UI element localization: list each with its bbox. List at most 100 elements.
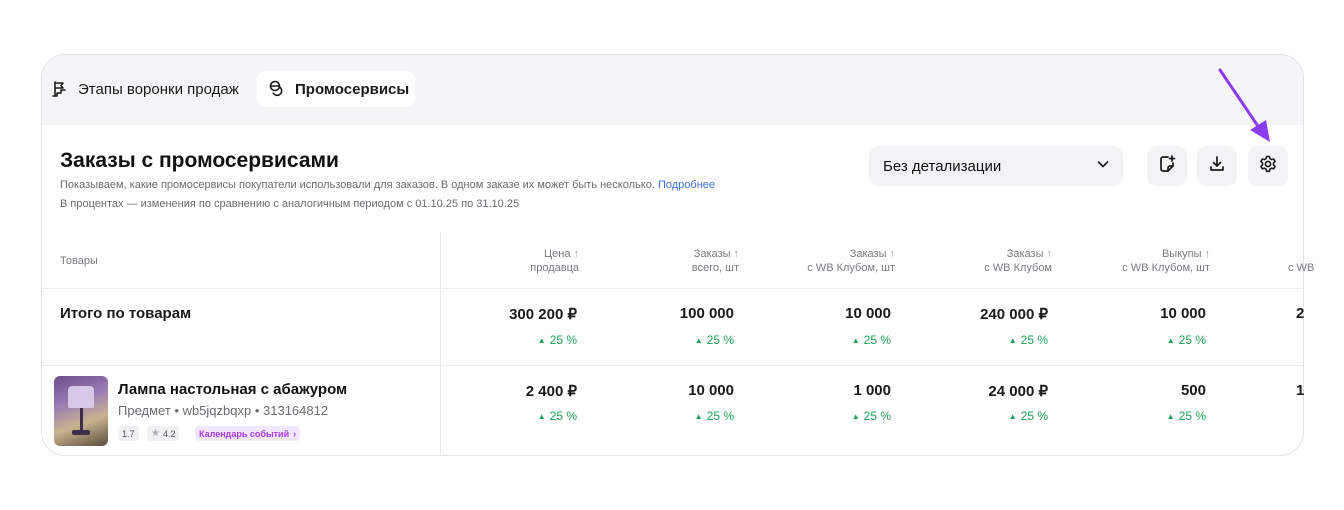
detail-select[interactable]: Без детализации (869, 146, 1123, 186)
events-calendar-tag[interactable]: Календарь событий › (195, 426, 301, 441)
row-delta: ▲ 25 % (1009, 409, 1048, 423)
total-value: 300 200 ₽ (509, 306, 577, 323)
delta-text: 25 % (549, 333, 577, 347)
download-button[interactable] (1197, 146, 1237, 186)
total-value: 10 000 (1160, 305, 1206, 322)
header-line: с WB Клубом (984, 262, 1052, 274)
product-name[interactable]: Лампа настольная с абажуром (118, 381, 347, 398)
column-header-buyouts-club[interactable]: Выкупы ↑ с WB Клубом, шт (1122, 247, 1210, 275)
row-value: 1 (1296, 382, 1305, 399)
page-title: Заказы с промосервисами (60, 149, 339, 172)
tab-sales-funnel[interactable]: Этапы воронки продаж (42, 71, 249, 107)
description-line-2: В процентах — изменения по сравнению с а… (60, 198, 520, 210)
delta-text: 25 % (1020, 333, 1048, 347)
row-value: 1 000 (853, 382, 891, 399)
up-triangle-icon: ▲ (694, 336, 703, 345)
total-delta: ▲ 25 % (538, 333, 577, 347)
sort-arrow-icon: ↑ (889, 248, 896, 260)
settings-button[interactable] (1248, 146, 1288, 186)
row-delta: ▲ 25 % (852, 409, 891, 423)
delta-text: 25 % (1178, 333, 1206, 347)
chevron-down-icon (1095, 156, 1111, 176)
up-triangle-icon: ▲ (694, 412, 703, 421)
column-header-orders-total[interactable]: Заказы ↑ всего, шт (692, 247, 739, 275)
total-value: 2 (1296, 305, 1305, 322)
row-divider (42, 288, 1303, 289)
header-line: с WB Клубом, шт (807, 262, 895, 274)
detail-select-value: Без детализации (883, 157, 1002, 175)
lamp-stem-shape (80, 408, 83, 430)
lamp-shade-shape (68, 386, 94, 408)
total-delta: ▲ 25 % (1009, 333, 1048, 347)
up-triangle-icon: ▲ (1166, 412, 1175, 421)
total-value: 100 000 (679, 305, 734, 322)
up-triangle-icon: ▲ (1008, 336, 1017, 345)
up-triangle-icon: ▲ (851, 336, 860, 345)
tab-promo-services[interactable]: Промосервисы (257, 71, 415, 107)
flag-stairs-icon (50, 79, 70, 99)
up-triangle-icon: ▲ (1008, 412, 1017, 421)
version-badge: 1.7 (118, 426, 139, 441)
column-header-seller-price[interactable]: Цена ↑ продавца (530, 247, 579, 275)
row-delta: ▲ 25 % (538, 409, 577, 423)
product-meta: Предмет • wb5jqzbqxp • 313164812 (118, 403, 329, 418)
column-header-products: Товары (60, 255, 98, 267)
column-header-orders-club-sum[interactable]: Заказы ↑ с WB Клубом (984, 247, 1052, 275)
row-value: 2 400 ₽ (525, 383, 577, 400)
row-value: 24 000 ₽ (988, 383, 1048, 400)
tab-label: Этапы воронки продаж (78, 80, 239, 98)
note-plus-icon (1157, 154, 1177, 179)
up-triangle-icon: ▲ (537, 336, 546, 345)
total-row-label: Итого по товарам (60, 305, 192, 322)
up-triangle-icon: ▲ (537, 412, 546, 421)
lamp-base-shape (72, 430, 90, 435)
total-delta: ▲ 25 % (852, 333, 891, 347)
tab-bar: Этапы воронки продаж Промосервисы (42, 55, 1303, 125)
total-value: 10 000 (845, 305, 891, 322)
sort-arrow-icon: ↑ (1204, 248, 1211, 260)
tag-label: Календарь событий (199, 428, 290, 439)
product-thumbnail[interactable] (54, 376, 108, 446)
rating-badge: ★ 4.2 (147, 426, 180, 441)
total-value: 240 000 ₽ (980, 306, 1048, 323)
chevron-right-icon: › (293, 428, 297, 439)
tab-label: Промосервисы (295, 80, 410, 98)
download-icon (1207, 154, 1227, 179)
sort-arrow-icon: ↑ (1046, 248, 1053, 260)
delta-text: 25 % (1178, 409, 1206, 423)
delta-text: 25 % (1020, 409, 1048, 423)
description-line-1: Показываем, какие промосервисы покупател… (60, 179, 715, 191)
sort-arrow-icon: ↑ (573, 248, 580, 260)
add-note-button[interactable] (1147, 146, 1187, 186)
column-header-orders-club-count[interactable]: Заказы ↑ с WB Клубом, шт (807, 247, 895, 275)
delta-text: 25 % (706, 409, 734, 423)
header-line: Заказы (1006, 248, 1044, 260)
coins-icon (267, 79, 287, 99)
header-line: с WB Клубом, шт (1122, 262, 1210, 274)
header-line: Заказы (693, 248, 731, 260)
header-line: продавца (530, 262, 579, 274)
up-triangle-icon: ▲ (1166, 336, 1175, 345)
sort-arrow-icon: ↑ (733, 248, 740, 260)
row-divider (42, 365, 1303, 366)
row-value: 500 (1180, 382, 1206, 399)
rating-value: 4.2 (162, 428, 176, 439)
delta-text: 25 % (863, 333, 891, 347)
total-delta: ▲ 25 % (695, 333, 734, 347)
delta-text: 25 % (863, 409, 891, 423)
row-delta: ▲ 25 % (1167, 409, 1206, 423)
description-text: Показываем, какие промосервисы покупател… (60, 179, 655, 191)
delta-text: 25 % (549, 409, 577, 423)
row-value: 10 000 (688, 382, 734, 399)
header-line: Цена (544, 248, 571, 260)
header-line: Заказы (849, 248, 887, 260)
up-triangle-icon: ▲ (851, 412, 860, 421)
total-delta: ▲ 25 % (1167, 333, 1206, 347)
delta-text: 25 % (706, 333, 734, 347)
more-link[interactable]: Подробнее (658, 179, 715, 191)
header-line: всего, шт (691, 262, 739, 274)
header-line: Выкупы (1161, 248, 1202, 260)
column-header-partial: с WB (1288, 262, 1315, 274)
column-divider (440, 232, 441, 454)
star-icon: ★ (151, 428, 160, 439)
